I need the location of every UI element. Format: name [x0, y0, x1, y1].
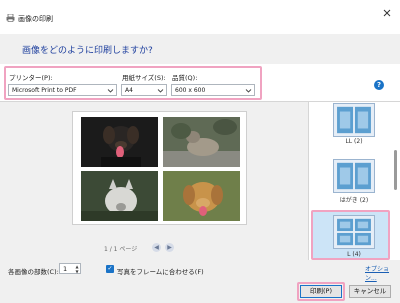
fit-to-frame-checkbox[interactable]: ✓ [106, 265, 114, 273]
printer-select[interactable]: Microsoft Print to PDF [8, 84, 117, 96]
scrollbar-thumb[interactable] [394, 150, 397, 190]
photo-golden-dog [163, 171, 240, 221]
options-link[interactable]: オプション... [365, 264, 400, 282]
layout-label-l: L (4) [347, 251, 361, 258]
quality-select[interactable]: 600 x 600 [171, 84, 255, 96]
stepper-down-icon[interactable]: ▼ [73, 269, 81, 274]
title-bar: 画像の印刷 [0, 0, 400, 34]
print-button[interactable]: 印刷(P) [300, 285, 342, 298]
layout-thumb-postcard[interactable] [333, 159, 375, 193]
paper-size-label: 用紙サイズ(S): [122, 74, 166, 82]
photo-wolf [163, 117, 240, 167]
copies-label: 各画像の部数(C): [8, 268, 59, 276]
layout-label-ll: LL (2) [345, 138, 363, 145]
photo-white-wolf [81, 171, 158, 221]
cancel-button[interactable]: キャンセル [349, 285, 391, 298]
next-page-button[interactable]: ▶ [165, 243, 174, 252]
chevron-down-icon [107, 89, 114, 93]
page-preview [72, 111, 247, 225]
printer-value: Microsoft Print to PDF [12, 87, 77, 94]
help-icon[interactable]: ? [374, 80, 384, 90]
paper-size-value: A4 [125, 87, 133, 94]
fit-to-frame-label: 写真をフレームに合わせる(F) [117, 268, 204, 276]
paper-size-select[interactable]: A4 [121, 84, 167, 96]
dialog-question: 画像をどのように印刷しますか? [22, 46, 153, 56]
printer-label: プリンター(P): [9, 74, 53, 82]
quality-value: 600 x 600 [175, 87, 206, 94]
page-indicator: 1 / 1 ページ [104, 246, 138, 253]
print-app-icon [6, 14, 15, 22]
close-icon[interactable] [380, 6, 394, 20]
previous-page-button[interactable]: ◀ [152, 243, 161, 252]
copies-value: 1 [63, 265, 68, 273]
layout-label-postcard: はがき (2) [339, 197, 369, 204]
layout-thumb-l[interactable] [333, 215, 375, 249]
chevron-down-icon [245, 89, 252, 93]
photo-black-dog [81, 117, 158, 167]
dialog-header: 画像をどのように印刷しますか? [0, 34, 400, 64]
chevron-down-icon [157, 89, 164, 93]
quality-label: 品質(Q): [172, 74, 198, 82]
window-title: 画像の印刷 [18, 15, 53, 23]
layout-thumb-ll[interactable] [333, 103, 375, 137]
